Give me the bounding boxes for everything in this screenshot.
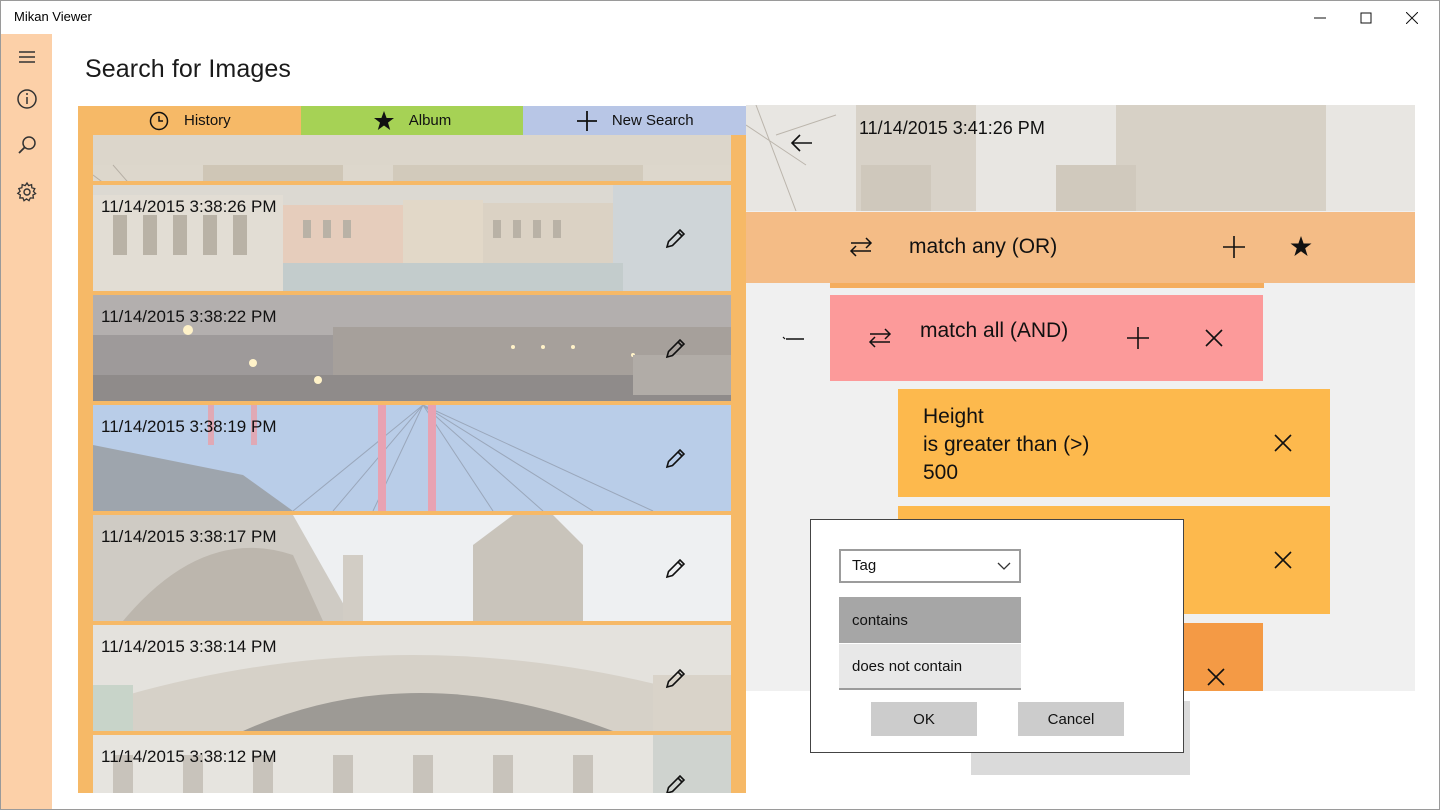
collapse-minus-icon[interactable]: [782, 327, 806, 351]
close-icon: [1406, 11, 1418, 24]
operator-option-contains[interactable]: contains: [839, 597, 1021, 643]
hamburger-icon: [18, 51, 35, 63]
edit-pencil-icon[interactable]: [661, 555, 689, 583]
history-timestamp: 11/14/2015 3:38:12 PM: [101, 747, 277, 766]
history-timestamp: 11/14/2015 3:38:17 PM: [101, 527, 277, 546]
history-timestamp: 11/14/2015 3:38:19 PM: [101, 417, 277, 436]
title-bar: Mikan Viewer: [1, 1, 1439, 34]
thumbnail-image: [93, 164, 731, 181]
edit-pencil-icon[interactable]: [661, 445, 689, 473]
history-timestamp: 11/14/2015 3:38:22 PM: [101, 307, 277, 326]
navigation-rail: [1, 34, 52, 809]
back-arrow-icon[interactable]: [788, 129, 816, 157]
or-group-header: match any (OR): [746, 212, 1415, 283]
search-header-image: [746, 105, 1415, 211]
settings-button[interactable]: [1, 172, 52, 212]
list-item[interactable]: 11/14/2015 3:38:19 PM: [93, 405, 731, 511]
remove-x-icon[interactable]: [1269, 429, 1297, 457]
add-plus-icon[interactable]: [1124, 324, 1152, 352]
history-timestamp: 11/14/2015 3:38:14 PM: [101, 637, 277, 656]
ok-button[interactable]: OK: [871, 702, 977, 736]
search-button[interactable]: [1, 125, 52, 165]
condition-operator: is greater than (>): [923, 433, 1090, 456]
list-item[interactable]: [93, 135, 731, 181]
condition-edit-dialog: Tag contains does not contain OK Cancel: [810, 519, 1184, 753]
chevron-down-icon: [997, 562, 1011, 570]
info-icon: [16, 89, 37, 109]
list-item[interactable]: 11/14/2015 3:38:14 PM: [93, 625, 731, 731]
list-item[interactable]: 11/14/2015 3:38:26 PM: [93, 185, 731, 291]
edit-pencil-icon[interactable]: [661, 335, 689, 363]
tab-history[interactable]: History: [78, 106, 301, 135]
edit-pencil-icon[interactable]: [661, 771, 689, 793]
maximize-button[interactable]: [1343, 1, 1389, 34]
minimize-button[interactable]: [1297, 1, 1343, 34]
remove-x-icon[interactable]: [1269, 546, 1297, 574]
tab-new-search[interactable]: New Search: [523, 106, 747, 135]
search-timestamp: 11/14/2015 3:41:26 PM: [859, 118, 1045, 138]
maximize-icon: [1360, 12, 1372, 23]
plus-icon: [576, 110, 597, 131]
condition-text: Height is greater than (>) 500: [923, 403, 1089, 487]
cancel-button[interactable]: Cancel: [1018, 702, 1124, 736]
edit-pencil-icon[interactable]: [661, 665, 689, 693]
tab-bar: History Album New Search: [78, 106, 747, 135]
tab-album-label: Album: [408, 112, 452, 129]
search-icon: [17, 136, 36, 154]
and-group-label: match all (AND): [920, 319, 1069, 342]
app-window: Mikan Viewer Search for Images History A…: [0, 0, 1440, 810]
list-item[interactable]: 11/14/2015 3:38:12 PM: [93, 735, 731, 793]
history-list[interactable]: 11/14/2015 3:38:26 PM 11/14/2015 3:38:22…: [78, 135, 746, 793]
info-button[interactable]: [1, 79, 52, 119]
field-dropdown-value: Tag: [852, 557, 877, 574]
list-item[interactable]: 11/14/2015 3:38:17 PM: [93, 515, 731, 621]
window-title: Mikan Viewer: [14, 9, 92, 24]
swap-arrows-icon[interactable]: [847, 233, 875, 261]
close-window-button[interactable]: [1389, 1, 1435, 34]
field-dropdown[interactable]: Tag: [839, 549, 1021, 583]
condition-field: Height: [923, 405, 984, 428]
list-item[interactable]: 11/14/2015 3:38:22 PM: [93, 295, 731, 401]
swap-arrows-icon[interactable]: [866, 324, 894, 352]
and-group-header: match all (AND): [830, 295, 1263, 381]
star-icon: [373, 110, 394, 130]
minimize-icon: [1314, 17, 1326, 18]
remove-x-icon[interactable]: [1200, 324, 1228, 352]
tab-history-label: History: [184, 112, 231, 129]
tab-album[interactable]: Album: [300, 106, 524, 135]
history-timestamp: 11/14/2015 3:38:26 PM: [101, 197, 277, 216]
or-group-label: match any (OR): [909, 235, 1058, 258]
or-group-divider: [830, 283, 1264, 288]
settings-gear-icon: [16, 181, 37, 202]
condition-value: 500: [923, 461, 959, 484]
favorite-star-icon[interactable]: [1287, 233, 1315, 261]
tab-new-search-label: New Search: [611, 112, 694, 129]
menu-button[interactable]: [1, 37, 52, 77]
clock-icon: [149, 111, 169, 130]
add-plus-icon[interactable]: [1220, 233, 1248, 261]
operator-option-does-not-contain[interactable]: does not contain: [839, 644, 1021, 690]
condition-card[interactable]: Height is greater than (>) 500: [898, 389, 1330, 497]
edit-pencil-icon[interactable]: [661, 225, 689, 253]
remove-x-icon[interactable]: [1202, 663, 1230, 691]
page-title: Search for Images: [85, 55, 291, 83]
